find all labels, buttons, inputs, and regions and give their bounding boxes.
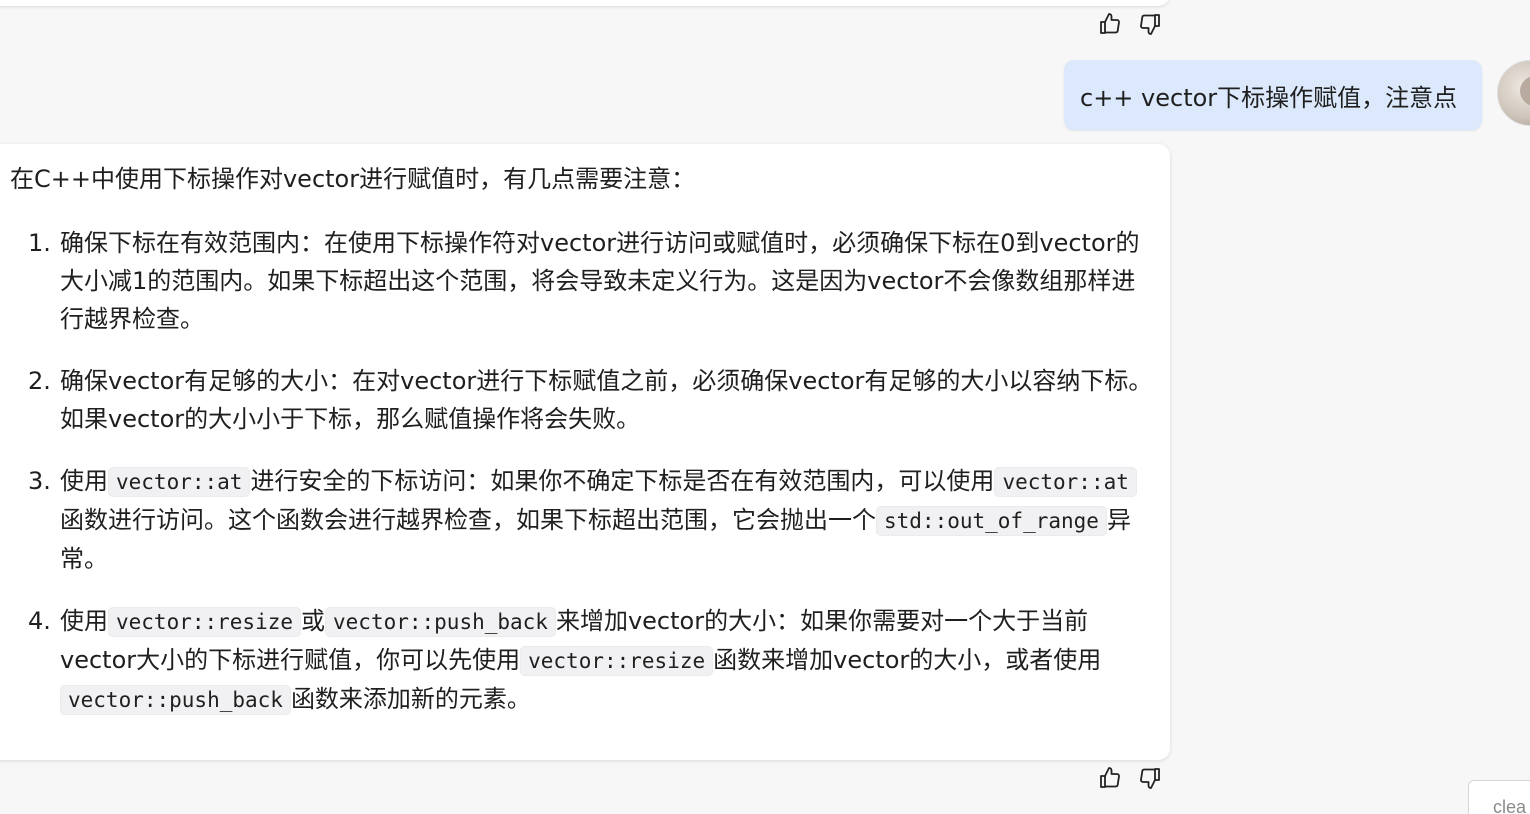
list-item-text: 进行安全的下标访问：如果你不确定下标是否在有效范围内，可以使用 — [250, 467, 995, 495]
assistant-answer-card: 在C++中使用下标操作对vector进行赋值时，有几点需要注意： 1. 确保下标在… — [0, 144, 1170, 760]
inline-code: vector::at — [994, 467, 1137, 497]
user-avatar — [1497, 60, 1530, 126]
answer-list: 1. 确保下标在有效范围内：在使用下标操作符对vector进行访问或赋值时，必须确… — [10, 224, 1152, 719]
chat-stage: c++ vector下标操作赋值，注意点 在C++中使用下标操作对vector进… — [0, 0, 1530, 814]
list-item-number: 2. — [28, 367, 51, 395]
list-item-text: 或 — [301, 607, 326, 635]
inline-code: vector::push_back — [325, 607, 556, 637]
thumbs-down-icon[interactable] — [1137, 10, 1163, 38]
list-item-text: 使用 — [60, 607, 108, 635]
previous-feedback-bar — [1097, 10, 1163, 38]
previous-answer-card — [0, 0, 1170, 6]
thumbs-up-icon[interactable] — [1097, 10, 1123, 38]
inline-code: vector::resize — [108, 607, 302, 637]
answer-list-item: 4. 使用 vector::resize 或 vector::push_back 来增加v… — [10, 602, 1155, 719]
thumbs-up-icon[interactable] — [1097, 764, 1123, 792]
list-item-number: 4. — [28, 607, 51, 635]
list-item-text: 使用 — [60, 467, 108, 495]
inline-code: vector::at — [108, 467, 251, 497]
answer-list-item: 2. 确保vector有足够的大小：在对vector进行下标赋值之前，必须确保ve… — [10, 362, 1155, 438]
answer-feedback-bar — [1097, 764, 1163, 792]
answer-list-item: 1. 确保下标在有效范围内：在使用下标操作符对vector进行访问或赋值时，必须确… — [10, 224, 1155, 338]
clear-button-label: clea — [1493, 797, 1527, 814]
answer-intro: 在C++中使用下标操作对vector进行赋值时，有几点需要注意： — [10, 165, 696, 193]
user-message-text: c++ vector下标操作赋值，注意点 — [1080, 83, 1458, 112]
list-item-text: 函数进行访问。这个函数会进行越界检查，如果下标超出范围，它会抛出一个 — [60, 506, 876, 534]
list-item-number: 3. — [28, 467, 51, 495]
list-item-text: 函数来添加新的元素。 — [290, 685, 531, 713]
list-item-number: 1. — [28, 229, 51, 257]
list-item-text: 确保下标在有效范围内：在使用下标操作符对vector进行访问或赋值时，必须确保下… — [60, 229, 1140, 333]
list-item-text: 确保vector有足够的大小：在对vector进行下标赋值之前，必须确保vect… — [60, 367, 1153, 433]
user-message-bubble: c++ vector下标操作赋值，注意点 — [1064, 60, 1482, 130]
clear-button[interactable]: clea — [1468, 780, 1530, 814]
list-item-text: 函数来增加vector的大小，或者使用 — [713, 646, 1102, 674]
answer-list-item: 3. 使用 vector::at 进行安全的下标访问：如果你不确定下标是否在有效范围内… — [10, 462, 1155, 578]
inline-code: vector::push_back — [60, 685, 291, 715]
thumbs-down-icon[interactable] — [1137, 764, 1163, 792]
inline-code: std::out_of_range — [876, 506, 1107, 536]
inline-code: vector::resize — [520, 646, 714, 676]
